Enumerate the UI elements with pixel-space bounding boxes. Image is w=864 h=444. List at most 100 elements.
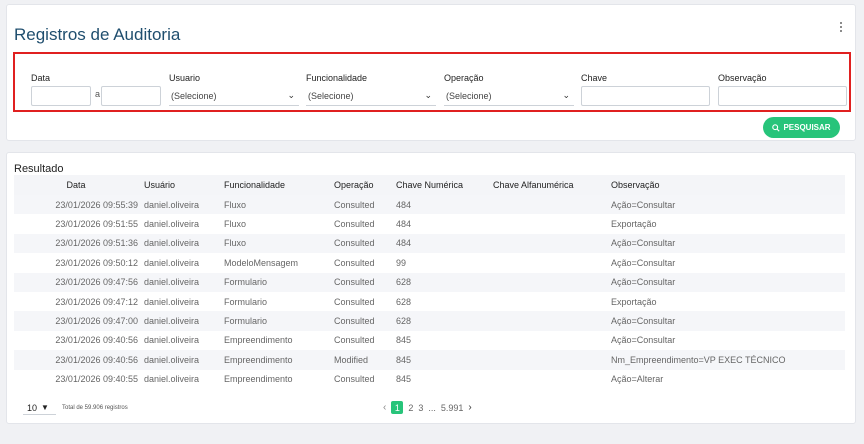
table-row[interactable]: 23/01/2026 09:40:56 daniel.oliveira Empree… [14, 331, 845, 350]
cell-data: 23/01/2026 09:40:56 [55, 335, 138, 346]
table-row[interactable]: 23/01/2026 09:51:36 daniel.oliveira Fluxo C… [14, 233, 845, 254]
cell-operacao: Consulted [334, 195, 396, 215]
search-button-label: PESQUISAR [783, 123, 831, 132]
table-row[interactable]: 23/01/2026 09:47:00 daniel.oliveira Formul… [14, 311, 845, 331]
data-start-input[interactable] [31, 86, 91, 106]
column-header-chave-numerica[interactable]: Chave Numérica [396, 175, 493, 195]
column-header-funcionalidade[interactable]: Funcionalidade [224, 175, 334, 195]
cell-funcionalidade: Formulario [224, 311, 334, 331]
cell-funcionalidade: Empreendimento [224, 335, 293, 346]
cell-chave-alfanumerica [493, 272, 611, 292]
cell-usuario: daniel.oliveira [144, 374, 200, 385]
cell-chave-alfanumerica [493, 233, 611, 254]
more-options-icon[interactable] [840, 22, 844, 32]
cell-observacao: Nm_Empreendimento=VP EXEC TÉCNICO [611, 350, 845, 370]
page-2[interactable]: 2 [408, 403, 413, 413]
chevron-down-icon: ▼ [41, 403, 49, 412]
column-header-chave-alfanumerica[interactable]: Chave Alfanumérica [493, 175, 611, 195]
cell-chave-numerica: 628 [396, 311, 493, 331]
data-label: Data [31, 73, 51, 83]
cell-usuario: daniel.oliveira [140, 272, 224, 292]
operacao-select-value: (Selecione) [446, 91, 492, 101]
observacao-input[interactable] [718, 86, 847, 106]
observacao-label: Observação [718, 73, 767, 83]
filters-card: Registros de Auditoria Data a Usuario (S… [6, 4, 856, 141]
page-ellipsis: ... [428, 402, 436, 413]
cell-chave-alfanumerica [493, 311, 611, 331]
cell-funcionalidade: Fluxo [224, 233, 334, 254]
cell-observacao: Ação=Consultar [611, 233, 845, 254]
filter-panel: Data a Usuario (Selecione) ⌄ Funcionalid… [13, 52, 851, 112]
cell-data: 23/01/2026 09:50:12 [55, 257, 138, 268]
table-row[interactable]: 23/01/2026 09:55:39 daniel.oliveira Fluxo C… [14, 195, 845, 215]
cell-operacao: Modified [334, 350, 396, 370]
cell-data: 23/01/2026 09:40:56 [14, 350, 140, 370]
cell-funcionalidade: Fluxo [224, 195, 334, 215]
cell-operacao: Consulted [334, 335, 375, 346]
chevron-down-icon: ⌄ [287, 90, 295, 100]
cell-observacao: Ação=Consultar [611, 195, 845, 215]
cell-chave-alfanumerica [493, 350, 611, 370]
page-size-select[interactable]: 10 ▼ [23, 401, 56, 415]
pagination: ‹ 1 2 3 ... 5.991 › [383, 401, 472, 414]
page-size-value: 10 [27, 402, 38, 413]
column-header-usuario[interactable]: Usuário [140, 175, 224, 195]
chevron-left-icon[interactable]: ‹ [383, 402, 386, 413]
cell-observacao: Ação=Consultar [611, 311, 845, 331]
cell-observacao: Ação=Consultar [611, 335, 676, 346]
chevron-down-icon: ⌄ [562, 90, 570, 100]
cell-usuario: daniel.oliveira [140, 233, 224, 254]
column-header-observacao[interactable]: Observação [611, 175, 845, 195]
cell-observacao: Ação=Alterar [611, 374, 664, 385]
usuario-select[interactable]: (Selecione) ⌄ [169, 86, 299, 106]
cell-observacao: Exportação [611, 296, 657, 307]
cell-chave-alfanumerica [493, 292, 611, 311]
page-title: Registros de Auditoria [14, 25, 181, 44]
cell-usuario: daniel.oliveira [144, 257, 200, 268]
page-current[interactable]: 1 [391, 401, 404, 414]
cell-data: 23/01/2026 09:51:36 [14, 233, 140, 254]
funcionalidade-select[interactable]: (Selecione) ⌄ [306, 86, 436, 106]
data-separator: a [95, 89, 101, 99]
data-end-input[interactable] [101, 86, 161, 106]
cell-chave-numerica: 845 [396, 350, 493, 370]
cell-data: 23/01/2026 09:47:56 [14, 272, 140, 292]
cell-chave-numerica: 484 [396, 195, 493, 215]
column-header-data[interactable]: Data [14, 175, 140, 195]
cell-data: 23/01/2026 09:55:39 [14, 195, 140, 215]
cell-funcionalidade: Empreendimento [224, 350, 334, 370]
cell-chave-numerica: 845 [396, 374, 412, 385]
cell-operacao: Consulted [334, 257, 375, 268]
cell-chave-alfanumerica [493, 214, 611, 233]
page-last[interactable]: 5.991 [441, 403, 464, 413]
cell-chave-numerica: 99 [396, 257, 407, 268]
cell-funcionalidade: ModeloMensagem [224, 257, 299, 268]
table-row[interactable]: 23/01/2026 09:40:56 daniel.oliveira Empree… [14, 350, 845, 370]
page-3[interactable]: 3 [418, 403, 423, 413]
operacao-select[interactable]: (Selecione) ⌄ [444, 86, 574, 106]
chevron-down-icon: ⌄ [424, 90, 432, 100]
column-header-operacao[interactable]: Operação [334, 175, 396, 195]
funcionalidade-label: Funcionalidade [306, 73, 368, 83]
search-button[interactable]: PESQUISAR [763, 117, 840, 138]
cell-chave-alfanumerica [493, 370, 611, 389]
chevron-right-icon[interactable]: › [468, 402, 471, 413]
table-row[interactable]: 23/01/2026 09:40:55 daniel.oliveira Empree… [14, 370, 845, 389]
cell-chave-alfanumerica [493, 253, 611, 272]
cell-funcionalidade: Empreendimento [224, 374, 293, 385]
cell-chave-numerica: 845 [396, 335, 412, 346]
cell-data: 23/01/2026 09:47:00 [14, 311, 140, 331]
cell-chave-alfanumerica [493, 195, 611, 215]
table-row[interactable]: 23/01/2026 09:47:12 daniel.oliveira Formul… [14, 292, 845, 311]
table-header-row: Data Usuário Funcionalidade Operação Cha… [14, 175, 845, 195]
cell-chave-numerica: 628 [396, 272, 493, 292]
cell-funcionalidade: Formulario [224, 272, 334, 292]
cell-operacao: Consulted [334, 311, 396, 331]
search-icon [772, 123, 781, 132]
table-row[interactable]: 23/01/2026 09:51:55 daniel.oliveira Fluxo C… [14, 214, 845, 233]
results-title: Resultado [14, 163, 64, 175]
cell-chave-numerica: 484 [396, 219, 412, 230]
table-row[interactable]: 23/01/2026 09:50:12 daniel.oliveira Modelo… [14, 253, 845, 272]
table-row[interactable]: 23/01/2026 09:47:56 daniel.oliveira Formul… [14, 272, 845, 292]
chave-input[interactable] [581, 86, 710, 106]
